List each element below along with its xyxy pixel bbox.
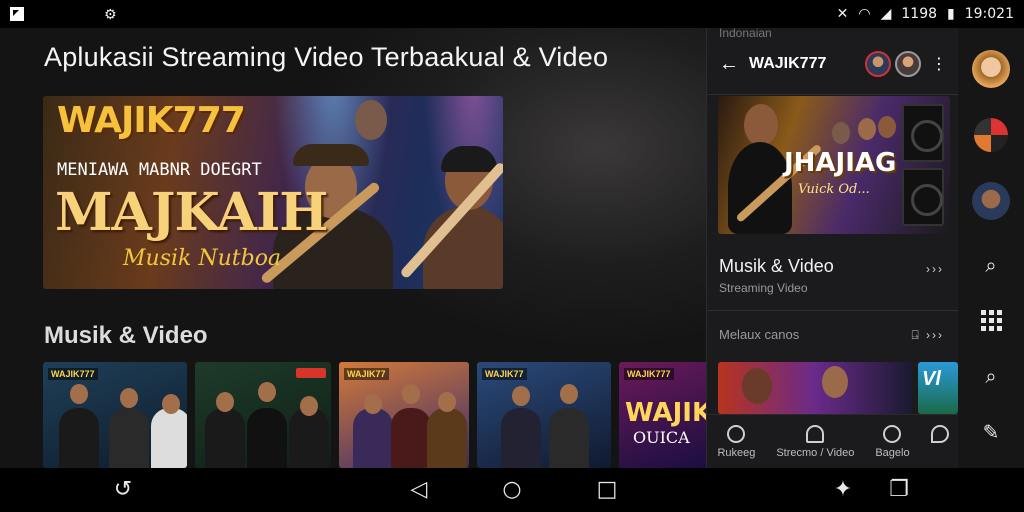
- status-bar: ⚙ ✕ ◠ ◢ 1198 ▮ 19:021: [0, 0, 1024, 28]
- hero-script: Musik Nutboa: [123, 246, 282, 271]
- divider: [707, 310, 959, 311]
- video-thumbnail[interactable]: WAJIK77: [477, 362, 611, 468]
- avatar[interactable]: [972, 182, 1010, 220]
- thumbnail-row: WAJIK777 WAJIK77 WAJIK77 WAJIK777 WAJIK …: [43, 362, 711, 468]
- wifi-icon: ◠: [858, 6, 871, 22]
- battery-icon: ▮: [947, 6, 955, 22]
- performer-head: [355, 100, 387, 140]
- circle-icon: [883, 425, 902, 443]
- hero-logo: WAJIK777: [57, 100, 246, 141]
- speaker-shape: [902, 104, 944, 162]
- search-icon[interactable]: ⌕: [980, 365, 1002, 387]
- nav-label: Bagelo: [875, 447, 910, 459]
- banner-text: JHAJIAG: [784, 148, 897, 178]
- thumbnail-logo: WAJIK777: [48, 368, 98, 380]
- screenshot-icon: [10, 7, 24, 21]
- thumbnail-subtitle: OUICA: [633, 428, 690, 447]
- video-thumbnail[interactable]: [195, 362, 331, 468]
- app-icon: ⚙: [104, 5, 117, 22]
- performer-head: [858, 118, 876, 140]
- panel-thumbnail-row: Vl: [718, 362, 958, 414]
- panel-header: ← WAJIK777 ⋮: [707, 44, 959, 84]
- clock: 19:021: [964, 6, 1014, 22]
- thumbnail-text: Vl: [922, 368, 941, 390]
- thumbnail-badge: [296, 368, 326, 378]
- back-arrow-icon[interactable]: ←: [719, 53, 749, 76]
- grid-icon[interactable]: [980, 310, 1002, 331]
- back-icon[interactable]: ↺: [108, 476, 138, 504]
- search-icon[interactable]: ⌕: [980, 254, 1002, 276]
- page-title: Aplukasii Streaming Video Terbaakual & V…: [44, 42, 609, 72]
- edit-icon[interactable]: ✎: [980, 421, 1002, 443]
- video-thumbnail[interactable]: WAJIK77: [339, 362, 469, 468]
- right-rail: ⌕ ⌕ ✎: [958, 28, 1024, 468]
- video-thumbnail[interactable]: WAJIK777 WAJIK OUICA: [619, 362, 711, 468]
- logo-icon[interactable]: [974, 118, 1008, 152]
- hero-headline: MAJKAIH: [55, 182, 328, 243]
- more-options-icon[interactable]: ⋮: [931, 54, 947, 74]
- signal-icon: ◢: [880, 6, 892, 22]
- hero-tagline: MENIAWA MABNR DOEGRT: [57, 160, 262, 180]
- thumbnail-title: WAJIK: [625, 398, 711, 428]
- video-thumbnail[interactable]: WAJIK777: [43, 362, 187, 468]
- panel-title: WAJIK777: [749, 55, 827, 72]
- panel-top-text: Indonaian: [719, 26, 772, 40]
- avatar[interactable]: [895, 51, 921, 77]
- video-thumbnail[interactable]: [718, 362, 912, 414]
- avatar[interactable]: [972, 50, 1010, 88]
- panel-item-subtitle: Streaming Video: [719, 281, 808, 295]
- nav-label: Strecmo / Video: [776, 447, 855, 459]
- mute-icon: ✕: [836, 6, 849, 22]
- avatar[interactable]: [865, 51, 891, 77]
- thumbnail-logo: WAJIK77: [344, 368, 389, 380]
- divider: [707, 94, 959, 95]
- speaker-shape: [902, 168, 944, 226]
- nav-item-chat[interactable]: [930, 415, 949, 468]
- section-title: Musik & Video: [44, 322, 208, 349]
- thumbnail-logo: WAJIK77: [482, 368, 527, 380]
- nav-item-circle[interactable]: Bagelo: [875, 415, 910, 468]
- performer-head: [832, 122, 850, 144]
- window-icon[interactable]: ❐: [884, 476, 914, 504]
- banner-subtitle: Vuick Od...: [798, 182, 870, 197]
- hero-banner[interactable]: WAJIK777 MENIAWA MABNR DOEGRT MAJKAIH Mu…: [43, 96, 503, 289]
- video-thumbnail[interactable]: Vl: [918, 362, 958, 414]
- nav-item-stream[interactable]: Strecmo / Video: [776, 415, 854, 468]
- performer-head: [744, 104, 778, 146]
- hat-shape: [293, 144, 369, 166]
- battery-level: 1198: [901, 6, 938, 22]
- recents-icon[interactable]: □: [592, 476, 622, 504]
- panel-section-title: Melaux canos: [719, 327, 800, 342]
- bell-icon: [806, 425, 825, 443]
- panel-banner[interactable]: JHAJIAG Vuick Od...: [718, 96, 950, 234]
- nav-label: Rukeeg: [717, 447, 756, 459]
- rotate-icon[interactable]: ✦: [828, 476, 858, 504]
- chevron-right-icon[interactable]: ›››: [926, 262, 944, 276]
- nav-item-search[interactable]: Rukeeg: [717, 415, 755, 468]
- system-nav-bar: ↺ ◁ ○ □ ✦ ❐: [0, 468, 1024, 512]
- detail-panel: Indonaian ← WAJIK777 ⋮ JHAJIAG Vuick Od.…: [706, 26, 959, 468]
- back-triangle-icon[interactable]: ◁: [404, 476, 434, 504]
- panel-bottom-nav: Rukeeg Strecmo / Video Bagelo: [707, 414, 959, 468]
- thumbnail-logo: WAJIK777: [624, 368, 674, 380]
- share-chevron-icon[interactable]: ⍈ ›››: [911, 328, 944, 343]
- search-icon: [727, 425, 746, 443]
- home-icon[interactable]: ○: [497, 476, 527, 504]
- panel-item-title[interactable]: Musik & Video: [719, 256, 834, 277]
- chat-icon: [930, 425, 949, 443]
- performer-head: [878, 116, 896, 138]
